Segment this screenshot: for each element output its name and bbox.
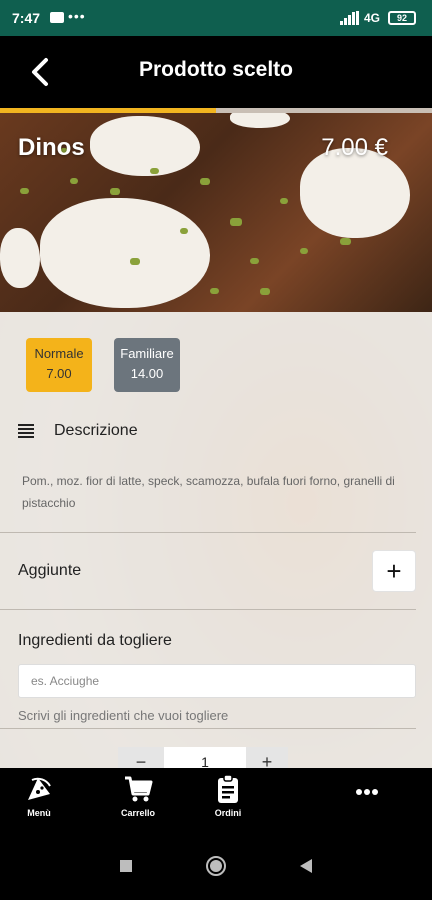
divider [0,609,416,610]
battery-icon: 92 [388,11,416,25]
nav-label: Menù [27,808,51,818]
size-price: 7.00 [46,366,72,381]
size-option-familiare[interactable]: Familiare 14.00 [114,338,180,392]
clipboard-icon [218,774,238,803]
recents-icon[interactable] [114,854,138,878]
size-option-normale[interactable]: Normale 7.00 [26,338,92,392]
system-navigation [0,830,432,900]
network-type: 4G [364,11,381,25]
divider [0,532,416,533]
more-notifications-icon: ••• [68,8,86,24]
size-price: 14.00 [130,366,164,381]
back-triangle-icon[interactable] [294,854,318,878]
nav-item-cart[interactable]: Carrello [103,774,173,826]
home-icon[interactable] [204,854,228,878]
description-label: Descrizione [54,422,138,439]
remove-ingredients-input[interactable] [18,664,416,698]
signal-icon [340,11,359,25]
bottom-navigation: Menù Carrello Ordini [0,768,432,830]
nav-label: Carrello [120,808,155,818]
remove-ingredients-hint: Scrivi gli ingredienti che vuoi togliere [18,708,229,723]
product-name: Dinos [18,134,85,161]
remove-ingredients-label: Ingredienti da togliere [18,632,172,649]
cart-icon [125,776,153,802]
size-name: Familiare [120,346,174,361]
image-progress-fill [0,108,216,113]
app-header: Prodotto scelto [0,36,432,108]
product-price: 7.00 € [321,134,388,161]
pizza-wifi-icon [28,777,51,800]
description-header: Descrizione [18,420,418,444]
divider [0,728,416,729]
addons-label: Aggiunte [18,562,82,579]
description-text: Pom., moz. fior di latte, speck, scamozz… [22,474,395,510]
nav-item-more[interactable] [332,774,402,826]
nav-item-orders[interactable]: Ordini [193,774,263,826]
size-name: Normale [34,346,84,361]
status-bar: 7:47 ••• 4G 92 [0,0,432,36]
message-icon [50,12,64,23]
list-icon [18,424,34,438]
page-title: Prodotto scelto [138,58,293,81]
more-dots-icon [356,789,378,795]
status-time: 7:47 [12,10,41,26]
add-addon-button[interactable]: + [372,550,416,592]
nav-item-menu[interactable]: Menù [4,774,74,826]
product-image: Dinos 7.00 € [0,108,432,312]
image-progress-bar [0,108,432,113]
nav-label: Ordini [214,808,242,818]
